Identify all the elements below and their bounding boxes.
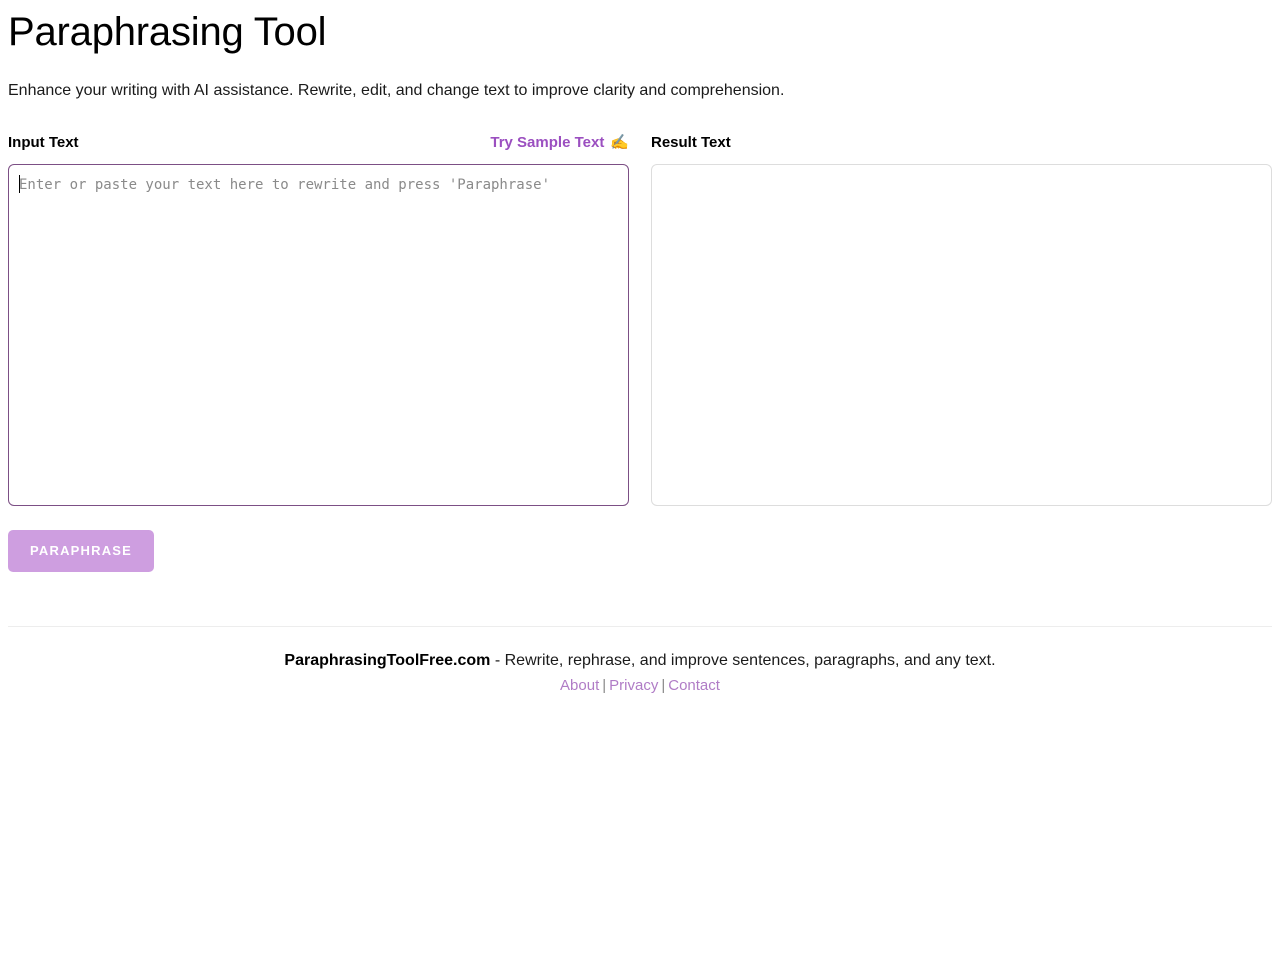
try-sample-text-link[interactable]: Try Sample Text ✍️ [490, 134, 629, 151]
result-panel: Result Text [651, 132, 1272, 506]
page-root: Paraphrasing Tool Enhance your writing w… [0, 0, 1280, 696]
input-panel-header: Input Text Try Sample Text ✍️ [8, 132, 629, 152]
footer-link-about[interactable]: About [560, 677, 599, 694]
input-textarea-wrapper [8, 164, 629, 506]
footer-link-privacy[interactable]: Privacy [609, 677, 658, 694]
result-text-label: Result Text [651, 133, 731, 151]
actions-row: PARAPHRASE [8, 530, 1272, 572]
footer-tagline-text: - Rewrite, rephrase, and improve sentenc… [490, 652, 996, 669]
footer-tagline: ParaphrasingToolFree.com - Rewrite, reph… [8, 651, 1272, 671]
footer-brand: ParaphrasingToolFree.com [284, 652, 491, 669]
result-textarea[interactable] [651, 164, 1272, 506]
footer-links: About | Privacy | Contact [8, 676, 1272, 696]
input-text-label: Input Text [8, 133, 79, 151]
writing-hand-icon: ✍️ [610, 133, 629, 151]
footer-link-contact[interactable]: Contact [668, 677, 720, 694]
footer-link-separator: | [602, 677, 607, 694]
footer: ParaphrasingToolFree.com - Rewrite, reph… [8, 626, 1272, 696]
try-sample-text-label: Try Sample Text [490, 133, 605, 151]
input-panel: Input Text Try Sample Text ✍️ [8, 132, 629, 506]
footer-link-separator: | [661, 677, 666, 694]
editor-panels: Input Text Try Sample Text ✍️ Result Tex… [8, 132, 1272, 506]
page-title: Paraphrasing Tool [8, 10, 327, 54]
input-textarea[interactable] [8, 164, 629, 506]
result-panel-header: Result Text [651, 132, 1272, 152]
text-caret [19, 175, 20, 193]
paraphrase-button[interactable]: PARAPHRASE [8, 530, 155, 572]
page-subtitle: Enhance your writing with AI assistance.… [8, 82, 785, 99]
